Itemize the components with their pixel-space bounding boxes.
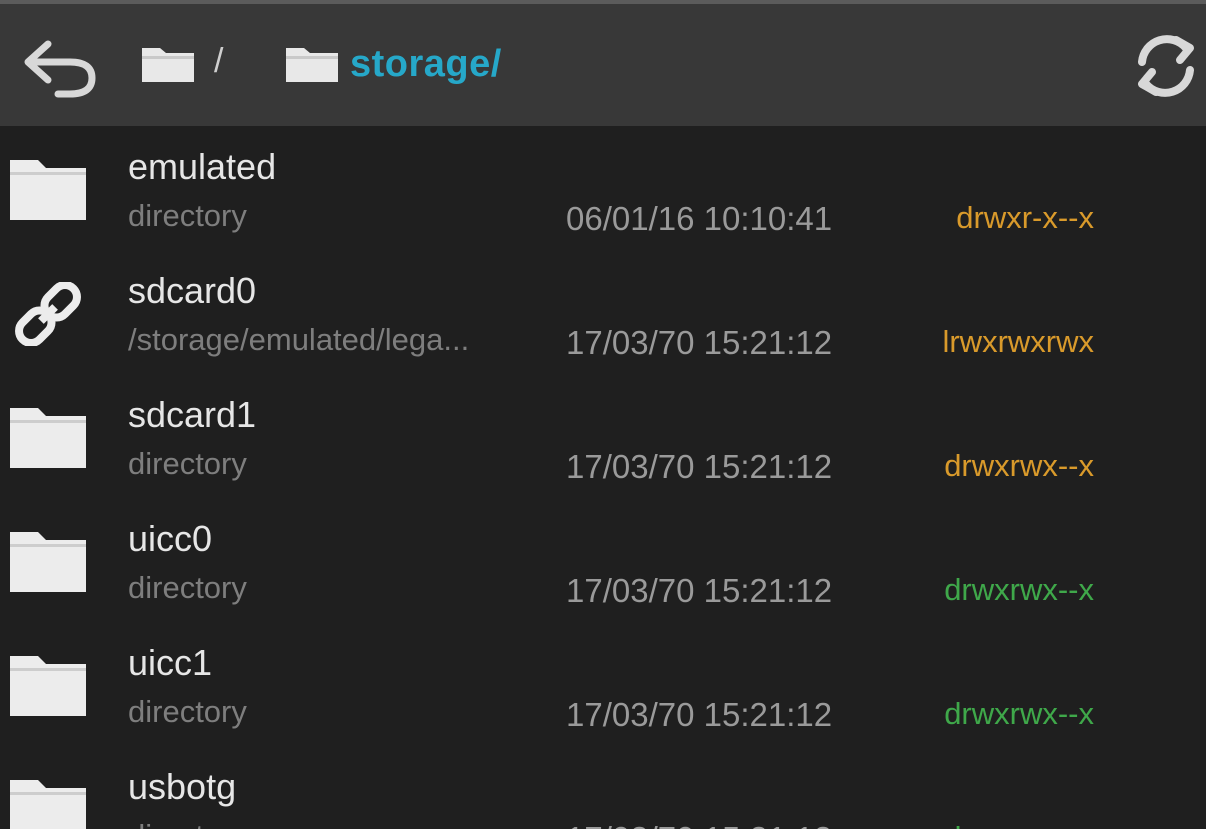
folder-icon — [10, 656, 86, 716]
file-permissions: drwxrwx--x — [944, 696, 1094, 731]
folder-icon — [10, 532, 86, 592]
file-type: directory — [128, 198, 247, 233]
file-permissions: drwxrwx--x — [944, 448, 1094, 483]
refresh-icon — [1138, 35, 1194, 97]
breadcrumb-separator: / — [214, 42, 224, 80]
file-list: emulated directory 06/01/16 10:10:41 drw… — [0, 126, 1206, 829]
refresh-button[interactable] — [1126, 26, 1206, 106]
breadcrumb-storage[interactable]: storage/ — [284, 38, 502, 90]
file-name: emulated — [128, 146, 277, 187]
file-manager-app: / storage/ emulated directory 06/01/16 1… — [0, 0, 1206, 829]
file-type: directory — [128, 446, 247, 481]
file-date: 17/03/70 15:21:12 — [566, 696, 833, 733]
folder-icon — [10, 408, 86, 468]
back-button[interactable] — [18, 30, 102, 100]
folder-icon — [10, 780, 86, 829]
file-type: directory — [128, 694, 247, 729]
file-name: sdcard0 — [128, 270, 257, 311]
list-item[interactable]: sdcard1 directory 17/03/70 15:21:12 drwx… — [0, 374, 1206, 498]
file-permissions: lrwxrwxrwx — [942, 324, 1094, 359]
breadcrumb-root[interactable] — [140, 38, 196, 90]
file-name: usbotg — [128, 766, 237, 807]
file-date: 17/03/70 15:21:12 — [566, 448, 833, 485]
file-type: directory — [128, 570, 247, 605]
breadcrumb-current-label: storage/ — [350, 42, 502, 85]
file-date: 17/03/70 15:21:12 — [566, 820, 832, 829]
file-date: 17/03/70 15:21:12 — [566, 324, 833, 361]
file-date: 06/01/16 10:10:41 — [566, 200, 833, 237]
folder-icon — [142, 48, 194, 82]
path-toolbar: / storage/ — [0, 0, 1206, 126]
file-permissions: drwxrwx--x — [944, 820, 1094, 829]
folder-icon — [286, 48, 338, 82]
file-permissions: drwxr-x--x — [956, 200, 1094, 235]
folder-icon — [10, 160, 86, 220]
list-item[interactable]: emulated directory 06/01/16 10:10:41 drw… — [0, 126, 1206, 250]
file-name: uicc1 — [128, 642, 213, 683]
link-icon — [15, 282, 81, 346]
list-item[interactable]: sdcard0 /storage/emulated/lega... 17/03/… — [0, 250, 1206, 374]
file-name: uicc0 — [128, 518, 213, 559]
file-date: 17/03/70 15:21:12 — [566, 572, 833, 609]
list-item[interactable]: uicc1 directory 17/03/70 15:21:12 drwxrw… — [0, 622, 1206, 746]
file-type: directory — [128, 818, 247, 829]
file-permissions: drwxrwx--x — [944, 572, 1094, 607]
file-name: sdcard1 — [128, 394, 257, 435]
undo-arrow-icon — [24, 40, 96, 98]
link-target: /storage/emulated/lega... — [128, 322, 470, 357]
list-item[interactable]: uicc0 directory 17/03/70 15:21:12 drwxrw… — [0, 498, 1206, 622]
list-item[interactable]: usbotg directory 17/03/70 15:21:12 drwxr… — [0, 746, 1206, 829]
